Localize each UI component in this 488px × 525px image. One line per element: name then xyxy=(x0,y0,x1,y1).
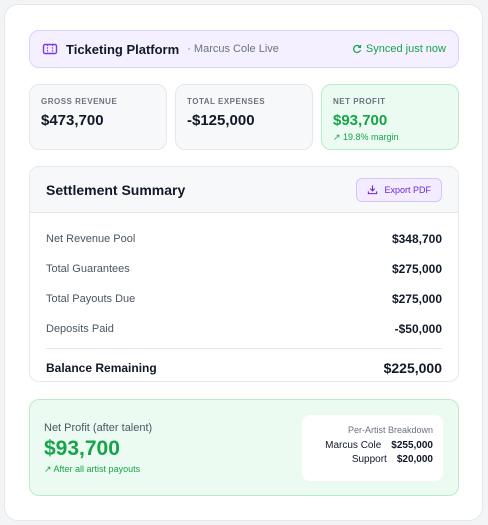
summary-row-label: Net Revenue Pool xyxy=(46,233,136,245)
summary-row-label: Deposits Paid xyxy=(46,323,114,335)
export-pdf-label: Export PDF xyxy=(384,184,431,195)
platform-title: Ticketing Platform xyxy=(66,41,180,57)
total-expenses-value: -$125,000 xyxy=(187,112,255,129)
balance-value: $225,000 xyxy=(383,360,442,376)
download-icon xyxy=(368,185,378,195)
balance-label: Balance Remaining xyxy=(46,361,157,375)
net-profit-value: $93,700 xyxy=(333,112,388,129)
summary-header: Settlement Summary Export PDF xyxy=(30,167,458,213)
sync-status-label: Synced just now xyxy=(365,43,446,55)
refresh-icon xyxy=(352,44,362,54)
summary-row-value: $348,700 xyxy=(391,232,442,246)
breakdown-title: Per-Artist Breakdown xyxy=(347,425,433,435)
summary-row-value: -$50,000 xyxy=(394,322,442,336)
net-profit-panel-value: $93,700 xyxy=(44,437,120,460)
per-artist-breakdown: Per-Artist Breakdown Marcus Cole $255,00… xyxy=(302,415,443,481)
gross-revenue-tile: GROSS REVENUE $473,700 xyxy=(29,84,167,150)
platform-header: Ticketing Platform · Marcus Cole Live Sy… xyxy=(29,30,459,68)
summary-row: Deposits Paid -$50,000 xyxy=(46,314,442,344)
summary-row: Total Payouts Due $275,000 xyxy=(46,284,442,314)
summary-row: Total Guarantees $275,000 xyxy=(46,254,442,284)
summary-row: Net Revenue Pool $348,700 xyxy=(46,224,442,254)
gross-revenue-label: GROSS REVENUE xyxy=(41,97,118,106)
summary-divider xyxy=(46,348,442,349)
gross-revenue-value: $473,700 xyxy=(41,112,104,129)
artist-amount: $255,000 xyxy=(391,440,433,451)
net-profit-tile: NET PROFIT $93,700 ↗ 19.8% margin xyxy=(321,84,459,150)
export-pdf-button[interactable]: Export PDF xyxy=(356,177,442,202)
breakdown-row: Marcus Cole $255,000 xyxy=(312,440,433,451)
settlement-card: Ticketing Platform · Marcus Cole Live Sy… xyxy=(4,4,483,521)
net-profit-panel: Net Profit (after talent) $93,700 ↗ Afte… xyxy=(29,399,459,496)
ticket-icon xyxy=(42,43,58,55)
sync-status: Synced just now xyxy=(352,43,446,55)
summary-title: Settlement Summary xyxy=(46,181,186,198)
balance-row: Balance Remaining $225,000 xyxy=(46,351,442,381)
summary-row-label: Total Payouts Due xyxy=(46,293,136,305)
summary-row-value: $275,000 xyxy=(391,292,442,306)
artist-name: Marcus Cole xyxy=(325,440,382,451)
total-expenses-label: TOTAL EXPENSES xyxy=(187,97,266,106)
net-profit-label: NET PROFIT xyxy=(333,97,386,106)
net-profit-panel-note: ↗ After all artist payouts xyxy=(44,464,141,474)
event-name: · Marcus Cole Live xyxy=(187,43,279,55)
total-expenses-tile: TOTAL EXPENSES -$125,000 xyxy=(175,84,313,150)
net-profit-panel-label: Net Profit (after talent) xyxy=(44,422,153,434)
artist-amount: $20,000 xyxy=(396,454,433,465)
summary-row-value: $275,000 xyxy=(391,262,442,276)
breakdown-row: Support $20,000 xyxy=(312,454,433,465)
settlement-summary: Settlement Summary Export PDF Net Revenu… xyxy=(29,166,459,382)
artist-name: Support xyxy=(351,454,387,465)
summary-rows: Net Revenue Pool $348,700 Total Guarante… xyxy=(30,224,458,381)
summary-row-label: Total Guarantees xyxy=(46,263,130,275)
profit-margin: ↗ 19.8% margin xyxy=(333,132,399,142)
